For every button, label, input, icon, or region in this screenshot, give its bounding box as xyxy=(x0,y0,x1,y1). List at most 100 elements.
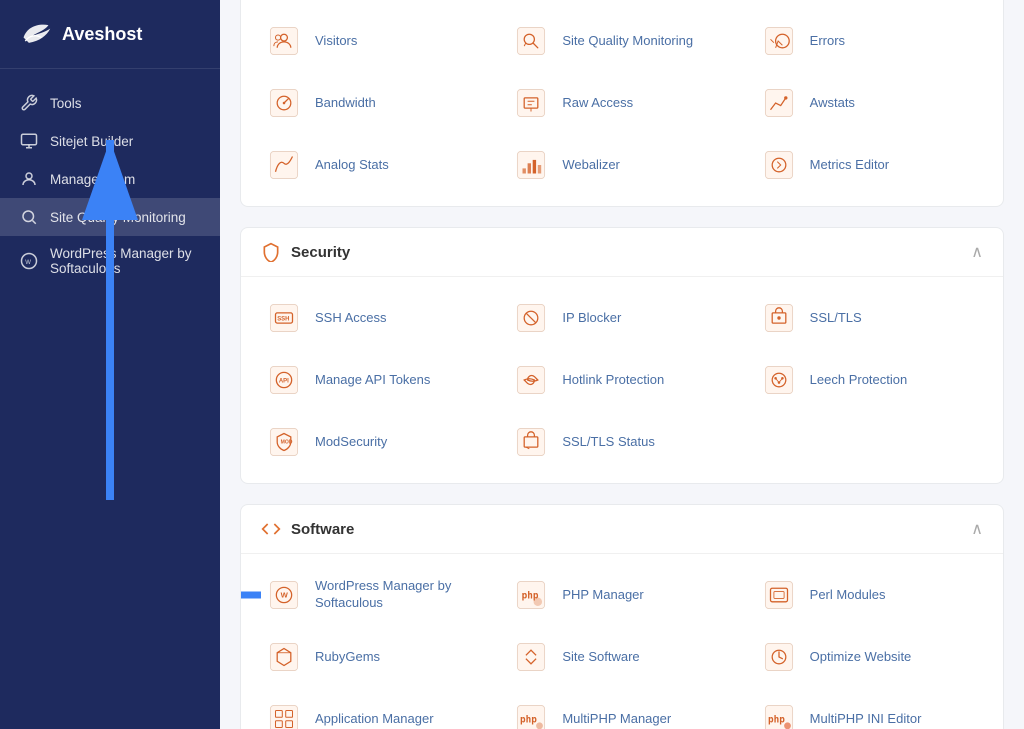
svg-text:API: API xyxy=(279,379,289,385)
metrics-editor-icon xyxy=(760,146,798,184)
optimize-icon xyxy=(760,638,798,676)
grid-item-ip-blocker[interactable]: IP Blocker xyxy=(498,287,745,349)
svg-text:W: W xyxy=(25,260,31,266)
security-section: Security ∧ SSH SSH Access xyxy=(240,227,1004,484)
grid-item-ssh[interactable]: SSH SSH Access xyxy=(251,287,498,349)
svg-text:SSH: SSH xyxy=(277,317,289,323)
wordpress-label: WordPress Manager by Softaculous xyxy=(50,246,200,276)
perl-icon xyxy=(760,576,798,614)
grid-item-metrics-editor[interactable]: Metrics Editor xyxy=(746,134,993,196)
grid-item-raw-access[interactable]: Raw Access xyxy=(498,72,745,134)
wordpress-icon: W xyxy=(265,576,303,614)
metrics-editor-label: Metrics Editor xyxy=(810,157,889,174)
security-chevron-icon[interactable]: ∧ xyxy=(971,242,983,262)
tools-label: Tools xyxy=(50,96,82,111)
grid-item-site-software[interactable]: Site Software xyxy=(498,626,745,688)
security-icon xyxy=(261,242,281,262)
metrics-grid: Visitors Site Quality Monitoring xyxy=(241,0,1003,206)
site-quality-label: Site Quality Monitoring xyxy=(50,210,186,225)
grid-item-visitors[interactable]: Visitors xyxy=(251,10,498,72)
optimize-label: Optimize Website xyxy=(810,649,912,666)
software-title-wrap: Software xyxy=(261,519,354,539)
software-section: Software ∧ W WordPress Manager by Softac… xyxy=(240,504,1004,729)
multiphp-icon: php xyxy=(512,700,550,729)
grid-item-modsecurity[interactable]: MOD ModSecurity xyxy=(251,411,498,473)
analog-stats-icon xyxy=(265,146,303,184)
ssl-status-label: SSL/TLS Status xyxy=(562,434,655,451)
app-manager-label: Application Manager xyxy=(315,711,434,728)
hotlink-icon xyxy=(512,361,550,399)
manage-team-label: Manage Team xyxy=(50,172,135,187)
awstats-label: Awstats xyxy=(810,95,855,112)
main-content: Visitors Site Quality Monitoring xyxy=(220,0,1024,729)
sitejet-label: Sitejet Builder xyxy=(50,134,133,149)
sidebar-nav: Tools Sitejet Builder Manage Team Site Q… xyxy=(0,69,220,729)
grid-item-api-tokens[interactable]: API Manage API Tokens xyxy=(251,349,498,411)
security-title: Security xyxy=(291,244,350,261)
ssl-status-icon xyxy=(512,423,550,461)
user-icon xyxy=(20,170,38,188)
wordpress-icon: W xyxy=(20,252,38,270)
raw-access-label: Raw Access xyxy=(562,95,633,112)
errors-label: Errors xyxy=(810,33,845,50)
grid-item-bandwidth[interactable]: Bandwidth xyxy=(251,72,498,134)
hotlink-label: Hotlink Protection xyxy=(562,372,664,389)
site-quality-icon xyxy=(512,22,550,60)
software-title: Software xyxy=(291,521,354,538)
grid-item-analog-stats[interactable]: Analog Stats xyxy=(251,134,498,196)
sidebar-item-tools[interactable]: Tools xyxy=(0,84,220,122)
grid-item-wordpress[interactable]: W WordPress Manager by Softaculous xyxy=(251,564,498,626)
leech-label: Leech Protection xyxy=(810,372,908,389)
monitor-icon xyxy=(20,132,38,150)
site-software-label: Site Software xyxy=(562,649,639,666)
sidebar: Aveshost Tools Sitejet Builder Manage Te… xyxy=(0,0,220,729)
modsecurity-label: ModSecurity xyxy=(315,434,387,451)
software-chevron-icon[interactable]: ∧ xyxy=(971,519,983,539)
sidebar-item-site-quality[interactable]: Site Quality Monitoring xyxy=(0,198,220,236)
sidebar-item-wordpress[interactable]: W WordPress Manager by Softaculous xyxy=(0,236,220,286)
grid-item-ssl-tls[interactable]: SSL/TLS xyxy=(746,287,993,349)
webalizer-label: Webalizer xyxy=(562,157,620,174)
php-label: PHP Manager xyxy=(562,587,643,604)
rubygems-icon xyxy=(265,638,303,676)
svg-text:php: php xyxy=(520,714,537,725)
visitors-label: Visitors xyxy=(315,33,357,50)
grid-item-php[interactable]: php PHP Manager xyxy=(498,564,745,626)
grid-item-multiphp-ini[interactable]: php MultiPHP INI Editor xyxy=(746,688,993,729)
grid-item-site-quality[interactable]: Site Quality Monitoring xyxy=(498,10,745,72)
ip-blocker-icon xyxy=(512,299,550,337)
security-header: Security ∧ xyxy=(241,228,1003,277)
grid-item-hotlink[interactable]: Hotlink Protection xyxy=(498,349,745,411)
wordpress-label: WordPress Manager by Softaculous xyxy=(315,578,484,612)
multiphp-ini-icon: php xyxy=(760,700,798,729)
modsecurity-icon: MOD xyxy=(265,423,303,461)
sidebar-item-sitejet[interactable]: Sitejet Builder xyxy=(0,122,220,160)
grid-item-webalizer[interactable]: Webalizer xyxy=(498,134,745,196)
multiphp-ini-label: MultiPHP INI Editor xyxy=(810,711,922,728)
site-quality-label: Site Quality Monitoring xyxy=(562,33,693,50)
perl-label: Perl Modules xyxy=(810,587,886,604)
grid-item-optimize[interactable]: Optimize Website xyxy=(746,626,993,688)
grid-item-awstats[interactable]: Awstats xyxy=(746,72,993,134)
webalizer-icon xyxy=(512,146,550,184)
grid-item-ssl-status[interactable]: SSL/TLS Status xyxy=(498,411,745,473)
ssh-icon: SSH xyxy=(265,299,303,337)
ssl-tls-icon xyxy=(760,299,798,337)
grid-item-perl[interactable]: Perl Modules xyxy=(746,564,993,626)
grid-item-errors[interactable]: Errors xyxy=(746,10,993,72)
ssh-label: SSH Access xyxy=(315,310,387,327)
php-icon: php xyxy=(512,576,550,614)
ip-blocker-label: IP Blocker xyxy=(562,310,621,327)
grid-item-multiphp[interactable]: php MultiPHP Manager xyxy=(498,688,745,729)
grid-item-app-manager[interactable]: Application Manager xyxy=(251,688,498,729)
awstats-icon xyxy=(760,84,798,122)
logo-icon xyxy=(20,18,52,50)
site-software-icon xyxy=(512,638,550,676)
content-area: Visitors Site Quality Monitoring xyxy=(220,0,1024,729)
logo: Aveshost xyxy=(0,0,220,69)
software-grid: W WordPress Manager by Softaculous xyxy=(241,554,1003,729)
grid-item-leech[interactable]: Leech Protection xyxy=(746,349,993,411)
grid-item-rubygems[interactable]: RubyGems xyxy=(251,626,498,688)
analog-stats-label: Analog Stats xyxy=(315,157,389,174)
sidebar-item-manage-team[interactable]: Manage Team xyxy=(0,160,220,198)
